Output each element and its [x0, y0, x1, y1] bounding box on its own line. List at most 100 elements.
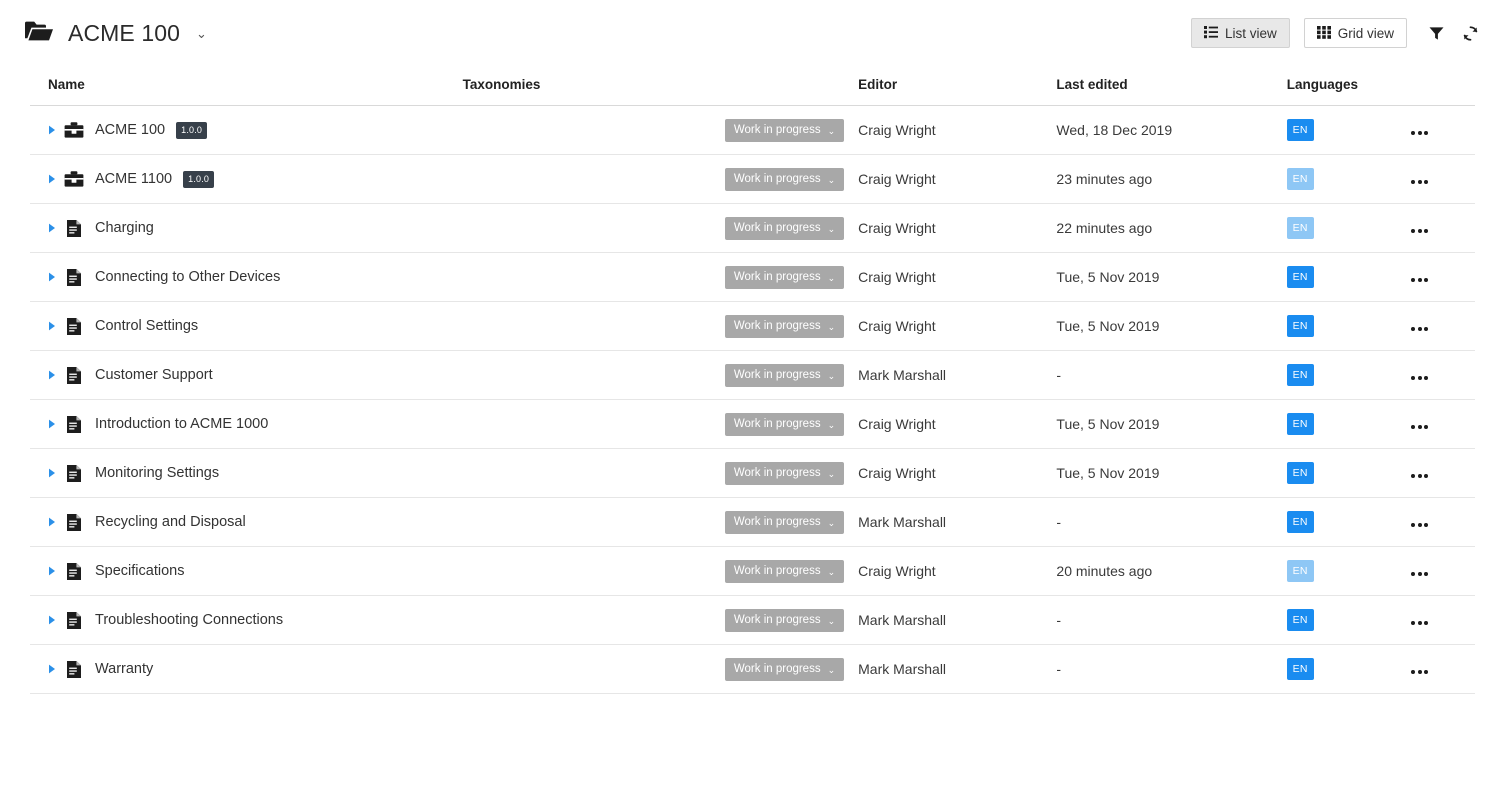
status-badge[interactable]: Work in progress ⌄ [724, 167, 845, 191]
grid-view-button[interactable]: Grid view [1303, 18, 1407, 48]
status-badge[interactable]: Work in progress ⌄ [724, 559, 845, 583]
language-badge[interactable]: EN [1286, 168, 1314, 190]
dot [1411, 229, 1416, 233]
row-menu-icon[interactable] [1405, 425, 1435, 429]
row-title[interactable]: ACME 1100 [95, 171, 172, 187]
last-edited-value: - [1056, 661, 1062, 677]
last-edited-value: 23 minutes ago [1056, 171, 1153, 187]
table-row[interactable]: Monitoring Settings Work in progress ⌄ Crai… [30, 448, 1475, 498]
language-badge[interactable]: EN [1286, 119, 1314, 141]
status-badge[interactable]: Work in progress ⌄ [724, 363, 845, 387]
row-title[interactable]: Warranty [95, 661, 153, 677]
status-badge[interactable]: Work in progress ⌄ [724, 608, 845, 632]
row-menu-icon[interactable] [1405, 131, 1435, 135]
expand-row-icon[interactable] [42, 664, 62, 674]
status-badge[interactable]: Work in progress ⌄ [724, 412, 845, 436]
status-badge[interactable]: Work in progress ⌄ [724, 657, 845, 681]
table-row[interactable]: Charging Work in progress ⌄ Craig Wright 22 … [30, 203, 1475, 253]
status-badge[interactable]: Work in progress ⌄ [724, 461, 845, 485]
cell-editor: Craig Wright [858, 301, 1057, 351]
status-badge[interactable]: Work in progress ⌄ [724, 265, 845, 289]
row-menu-icon[interactable] [1405, 278, 1435, 282]
cell-editor: Mark Marshall [858, 595, 1057, 645]
row-menu-icon[interactable] [1405, 376, 1435, 380]
dot [1424, 474, 1429, 478]
language-badge[interactable]: EN [1286, 413, 1314, 435]
expand-row-icon[interactable] [42, 517, 62, 527]
cell-actions [1404, 497, 1475, 547]
row-title[interactable]: Control Settings [95, 318, 198, 334]
language-badge[interactable]: EN [1286, 609, 1314, 631]
dot [1411, 621, 1416, 625]
language-badge[interactable]: EN [1286, 658, 1314, 680]
table-row[interactable]: Recycling and Disposal Work in progress ⌄ M… [30, 497, 1475, 547]
row-title[interactable]: Troubleshooting Connections [95, 612, 283, 628]
cell-taxonomies: Work in progress ⌄ [462, 546, 859, 596]
row-menu-icon[interactable] [1405, 572, 1435, 576]
table-row[interactable]: ACME 1100 1.0.0 Work in progress ⌄ Craig Wri… [30, 154, 1475, 204]
row-menu-icon[interactable] [1405, 229, 1435, 233]
row-title[interactable]: Specifications [95, 563, 184, 579]
language-badge[interactable]: EN [1286, 315, 1314, 337]
column-header-last-edited[interactable]: Last edited [1056, 66, 1287, 106]
row-menu-icon[interactable] [1405, 621, 1435, 625]
row-menu-icon[interactable] [1405, 523, 1435, 527]
cell-last-edited: Wed, 18 Dec 2019 [1056, 105, 1287, 155]
chevron-down-icon[interactable]: ⌄ [196, 27, 207, 40]
cell-editor: Mark Marshall [858, 497, 1057, 547]
language-badge[interactable]: EN [1286, 217, 1314, 239]
cell-last-edited: - [1056, 644, 1287, 694]
expand-row-icon[interactable] [42, 321, 62, 331]
table-row[interactable]: Customer Support Work in progress ⌄ Mark Ma… [30, 350, 1475, 400]
editor-name: Craig Wright [858, 269, 936, 285]
dot [1424, 327, 1429, 331]
status-badge[interactable]: Work in progress ⌄ [724, 118, 845, 142]
row-title[interactable]: Recycling and Disposal [95, 514, 246, 530]
row-title[interactable]: ACME 100 [95, 122, 165, 138]
language-badge[interactable]: EN [1286, 560, 1314, 582]
expand-row-icon[interactable] [42, 615, 62, 625]
status-badge[interactable]: Work in progress ⌄ [724, 216, 845, 240]
row-title[interactable]: Customer Support [95, 367, 213, 383]
table-row[interactable]: Connecting to Other Devices Work in progr… [30, 252, 1475, 302]
status-badge[interactable]: Work in progress ⌄ [724, 510, 845, 534]
column-header-taxonomies[interactable]: Taxonomies [462, 66, 859, 106]
language-badge[interactable]: EN [1286, 462, 1314, 484]
status-badge-label: Work in progress [733, 663, 821, 675]
row-title[interactable]: Introduction to ACME 1000 [95, 416, 268, 432]
expand-row-icon[interactable] [42, 419, 62, 429]
row-title[interactable]: Connecting to Other Devices [95, 269, 280, 285]
expand-row-icon[interactable] [42, 125, 62, 135]
column-header-name[interactable]: Name [30, 66, 463, 106]
table-row[interactable]: Control Settings Work in progress ⌄ Craig W… [30, 301, 1475, 351]
row-menu-icon[interactable] [1405, 327, 1435, 331]
expand-row-icon[interactable] [42, 370, 62, 380]
language-badge[interactable]: EN [1286, 364, 1314, 386]
table-body: ACME 100 1.0.0 Work in progress ⌄ Craig Wrig… [30, 105, 1475, 694]
language-badge[interactable]: EN [1286, 511, 1314, 533]
language-badge[interactable]: EN [1286, 266, 1314, 288]
expand-row-icon[interactable] [42, 174, 62, 184]
expand-row-icon[interactable] [42, 223, 62, 233]
row-title[interactable]: Charging [95, 220, 154, 236]
refresh-icon[interactable] [1459, 22, 1481, 44]
column-header-languages[interactable]: Languages [1286, 66, 1405, 106]
row-menu-icon[interactable] [1405, 670, 1435, 674]
table-row[interactable]: Specifications Work in progress ⌄ Craig Wri… [30, 546, 1475, 596]
expand-row-icon[interactable] [42, 468, 62, 478]
row-menu-icon[interactable] [1405, 180, 1435, 184]
row-menu-icon[interactable] [1405, 474, 1435, 478]
last-edited-value: - [1056, 514, 1062, 530]
table-row[interactable]: ACME 100 1.0.0 Work in progress ⌄ Craig Wrig… [30, 105, 1475, 155]
filter-icon[interactable] [1425, 22, 1447, 44]
column-header-editor[interactable]: Editor [858, 66, 1057, 106]
status-badge[interactable]: Work in progress ⌄ [724, 314, 845, 338]
table-row[interactable]: Warranty Work in progress ⌄ Mark Marshall - E… [30, 644, 1475, 694]
expand-row-icon[interactable] [42, 566, 62, 576]
dot [1411, 523, 1416, 527]
expand-row-icon[interactable] [42, 272, 62, 282]
table-row[interactable]: Introduction to ACME 1000 Work in progres… [30, 399, 1475, 449]
row-title[interactable]: Monitoring Settings [95, 465, 219, 481]
table-row[interactable]: Troubleshooting Connections Work in progr… [30, 595, 1475, 645]
list-view-button[interactable]: List view [1190, 18, 1290, 48]
